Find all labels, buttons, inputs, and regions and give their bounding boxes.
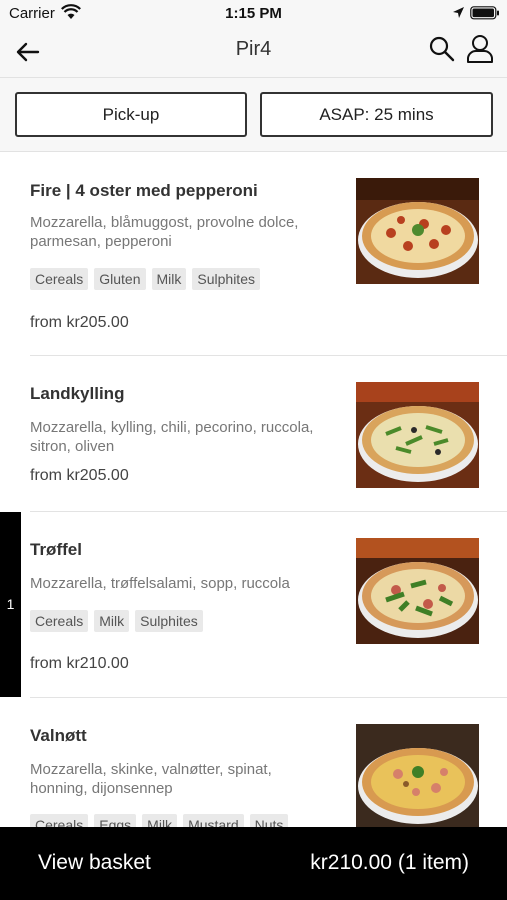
allergen-tag: Cereals <box>30 610 89 632</box>
allergen-tag: Milk <box>151 268 187 290</box>
basket-total: kr210.00 (1 item) <box>310 851 469 874</box>
battery-icon <box>470 6 499 20</box>
view-basket-label: View basket <box>38 851 151 874</box>
allergen-tag: Sulphites <box>192 268 260 290</box>
item-description: Mozzarella, blåmuggost, provolne dolce, … <box>30 214 299 250</box>
item-name: Fire | 4 oster med pepperoni <box>30 181 258 200</box>
pizza-photo <box>356 538 479 644</box>
allergen-tags: Cereals Eggs Milk Mustard Nuts <box>30 814 289 827</box>
allergen-tags: Cereals Gluten Milk Sulphites <box>30 268 260 290</box>
order-options: Pick-up ASAP: 25 mins <box>0 78 507 152</box>
allergen-tag: Nuts <box>249 814 289 827</box>
allergen-tag: Milk <box>142 814 178 827</box>
status-bar: Carrier 1:15 PM <box>0 0 507 28</box>
allergen-tag: Milk <box>94 610 130 632</box>
item-price: from kr210.00 <box>30 655 129 672</box>
menu-item[interactable]: Landkylling Mozzarella, kylling, chili, … <box>0 356 507 512</box>
item-description: Mozzarella, trøffelsalami, sopp, ruccola <box>30 575 290 592</box>
pickup-button[interactable]: Pick-up <box>15 92 247 137</box>
menu-item[interactable]: Trøffel Mozzarella, trøffelsalami, sopp,… <box>0 512 507 698</box>
allergen-tag: Cereals <box>30 268 89 290</box>
location-arrow-icon <box>453 7 464 18</box>
allergen-tag: Eggs <box>94 814 137 827</box>
item-name: Trøffel <box>30 540 82 559</box>
item-price: from kr205.00 <box>30 314 129 331</box>
item-description: Mozzarella, skinke, valnøtter, spinat, h… <box>30 761 272 797</box>
menu-list[interactable]: Fire | 4 oster med pepperoni Mozzarella,… <box>0 153 507 827</box>
quantity-count: 1 <box>6 596 15 612</box>
item-description: Mozzarella, kylling, chili, pecorino, ru… <box>30 419 314 455</box>
allergen-tag: Cereals <box>30 814 89 827</box>
allergen-tags: Cereals Milk Sulphites <box>30 610 203 632</box>
item-name: Landkylling <box>30 384 125 403</box>
account-icon[interactable] <box>465 33 495 63</box>
view-basket-bar[interactable]: View basket kr210.00 (1 item) <box>0 827 507 900</box>
search-icon[interactable] <box>428 35 456 63</box>
basket-quantity-indicator: 1 <box>0 512 21 697</box>
item-price: from kr205.00 <box>30 467 129 484</box>
nav-bar: Pir4 <box>0 28 507 78</box>
timing-button[interactable]: ASAP: 25 mins <box>260 92 493 137</box>
allergen-tag: Gluten <box>94 268 146 290</box>
clock: 1:15 PM <box>225 5 282 22</box>
pizza-photo <box>356 382 479 488</box>
allergen-tag: Mustard <box>183 814 244 827</box>
pizza-photo <box>356 178 479 284</box>
allergen-tag: Sulphites <box>135 610 203 632</box>
menu-item[interactable]: Fire | 4 oster med pepperoni Mozzarella,… <box>0 153 507 356</box>
menu-item[interactable]: Valnøtt Mozzarella, skinke, valnøtter, s… <box>0 698 507 827</box>
pizza-photo <box>356 724 479 827</box>
item-name: Valnøtt <box>30 726 87 745</box>
